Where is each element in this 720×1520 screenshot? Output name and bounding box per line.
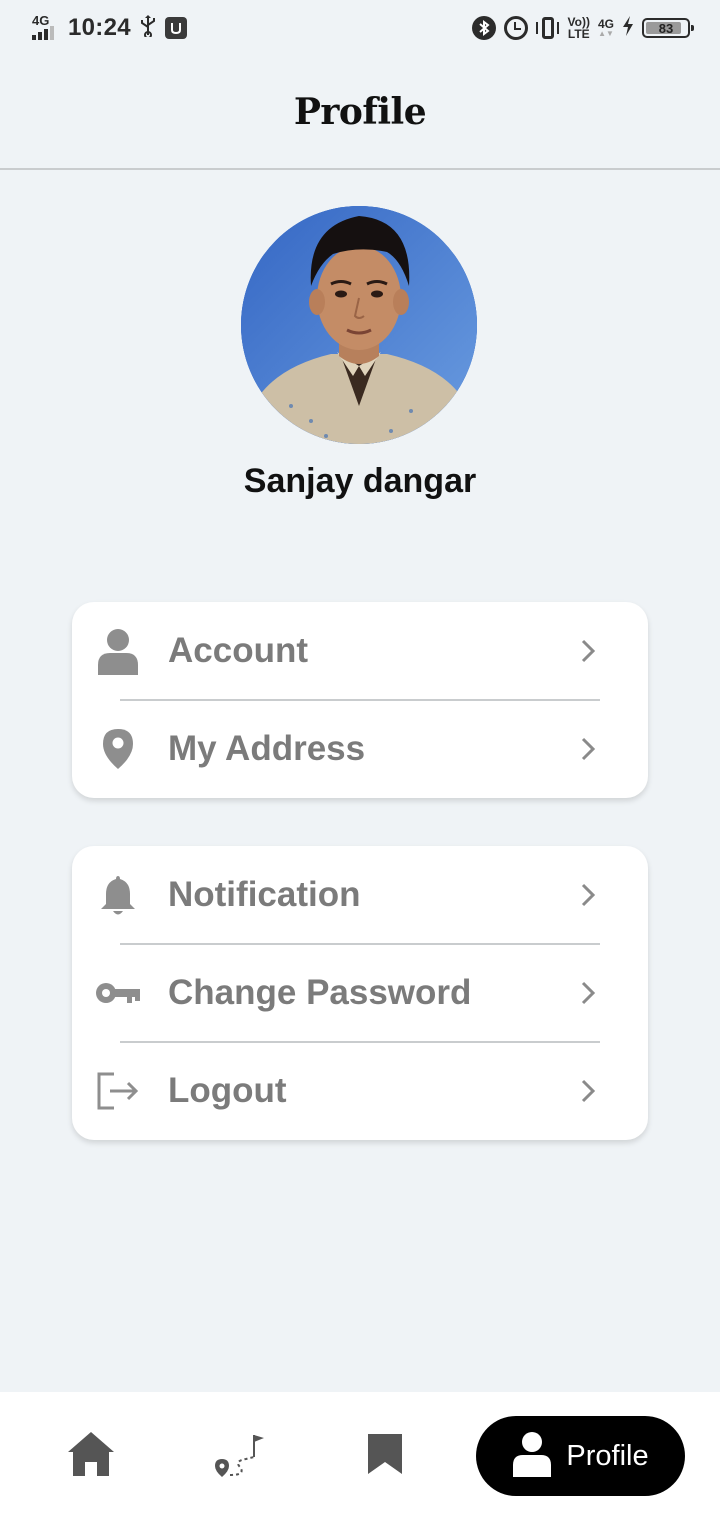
charging-icon (622, 16, 634, 40)
user-name: Sanjay dangar (243, 462, 477, 500)
avatar[interactable] (241, 206, 477, 444)
menu-item-label: Logout (168, 1071, 287, 1110)
battery-icon: 83 (642, 18, 694, 38)
vibrate-icon (535, 16, 560, 40)
menu-item-label: Change Password (168, 973, 472, 1012)
volte-icon: Vo)) LTE (568, 16, 590, 40)
menu-item-label: My Address (168, 729, 366, 768)
signal-icon: 4G (30, 14, 60, 42)
bell-icon (94, 871, 142, 919)
menu-item-my-address[interactable]: My Address (72, 700, 648, 798)
bottom-navigation: Profile (0, 1392, 720, 1520)
menu-item-account[interactable]: Account (72, 602, 648, 700)
location-pin-icon (94, 725, 142, 773)
logout-icon (94, 1067, 142, 1115)
key-icon (94, 969, 142, 1017)
menu-item-notification[interactable]: Notification (72, 846, 648, 944)
bluetooth-icon (471, 16, 496, 40)
route-icon (212, 1431, 264, 1482)
settings-menu-card: Notification Change Password Logout (72, 846, 648, 1140)
account-menu-card: Account My Address (72, 602, 648, 798)
person-icon (512, 1431, 552, 1482)
status-left: 4G 10:24 (30, 12, 187, 44)
status-time: 10:24 (68, 14, 131, 41)
menu-item-label: Notification (168, 875, 361, 914)
page-title: Profile (293, 91, 427, 133)
nav-home-button[interactable] (54, 1416, 128, 1496)
nav-profile-button[interactable]: Profile (476, 1416, 685, 1496)
chevron-right-icon (580, 882, 596, 908)
menu-item-label: Account (168, 631, 308, 670)
avatar-photo (241, 206, 477, 444)
status-right: Vo)) LTE 4G ▲▼ 83 (471, 12, 694, 44)
chevron-right-icon (580, 1078, 596, 1104)
app-notification-icon (164, 17, 187, 39)
chevron-right-icon (580, 638, 596, 664)
volte-bottom: LTE (567, 27, 590, 41)
menu-item-logout[interactable]: Logout (72, 1042, 648, 1140)
app-header: Profile (0, 56, 720, 170)
bookmark-icon (367, 1433, 403, 1480)
nav-route-button[interactable] (200, 1416, 276, 1496)
menu-item-change-password[interactable]: Change Password (72, 944, 648, 1042)
person-icon (94, 627, 142, 675)
home-icon (66, 1431, 116, 1482)
alarm-icon (503, 16, 528, 40)
battery-level: 83 (658, 20, 674, 36)
nav-saved-button[interactable] (348, 1416, 422, 1496)
chevron-right-icon (580, 736, 596, 762)
status-bar: 4G 10:24 Vo)) LTE 4G ▲▼ 83 (0, 0, 720, 56)
profile-screen: 4G 10:24 Vo)) LTE 4G ▲▼ 83 Profile Sanja… (0, 0, 720, 1520)
nav-profile-label: Profile (566, 1439, 649, 1472)
data-type-icon: 4G ▲▼ (597, 17, 614, 38)
usb-icon (139, 15, 157, 41)
chevron-right-icon (580, 980, 596, 1006)
